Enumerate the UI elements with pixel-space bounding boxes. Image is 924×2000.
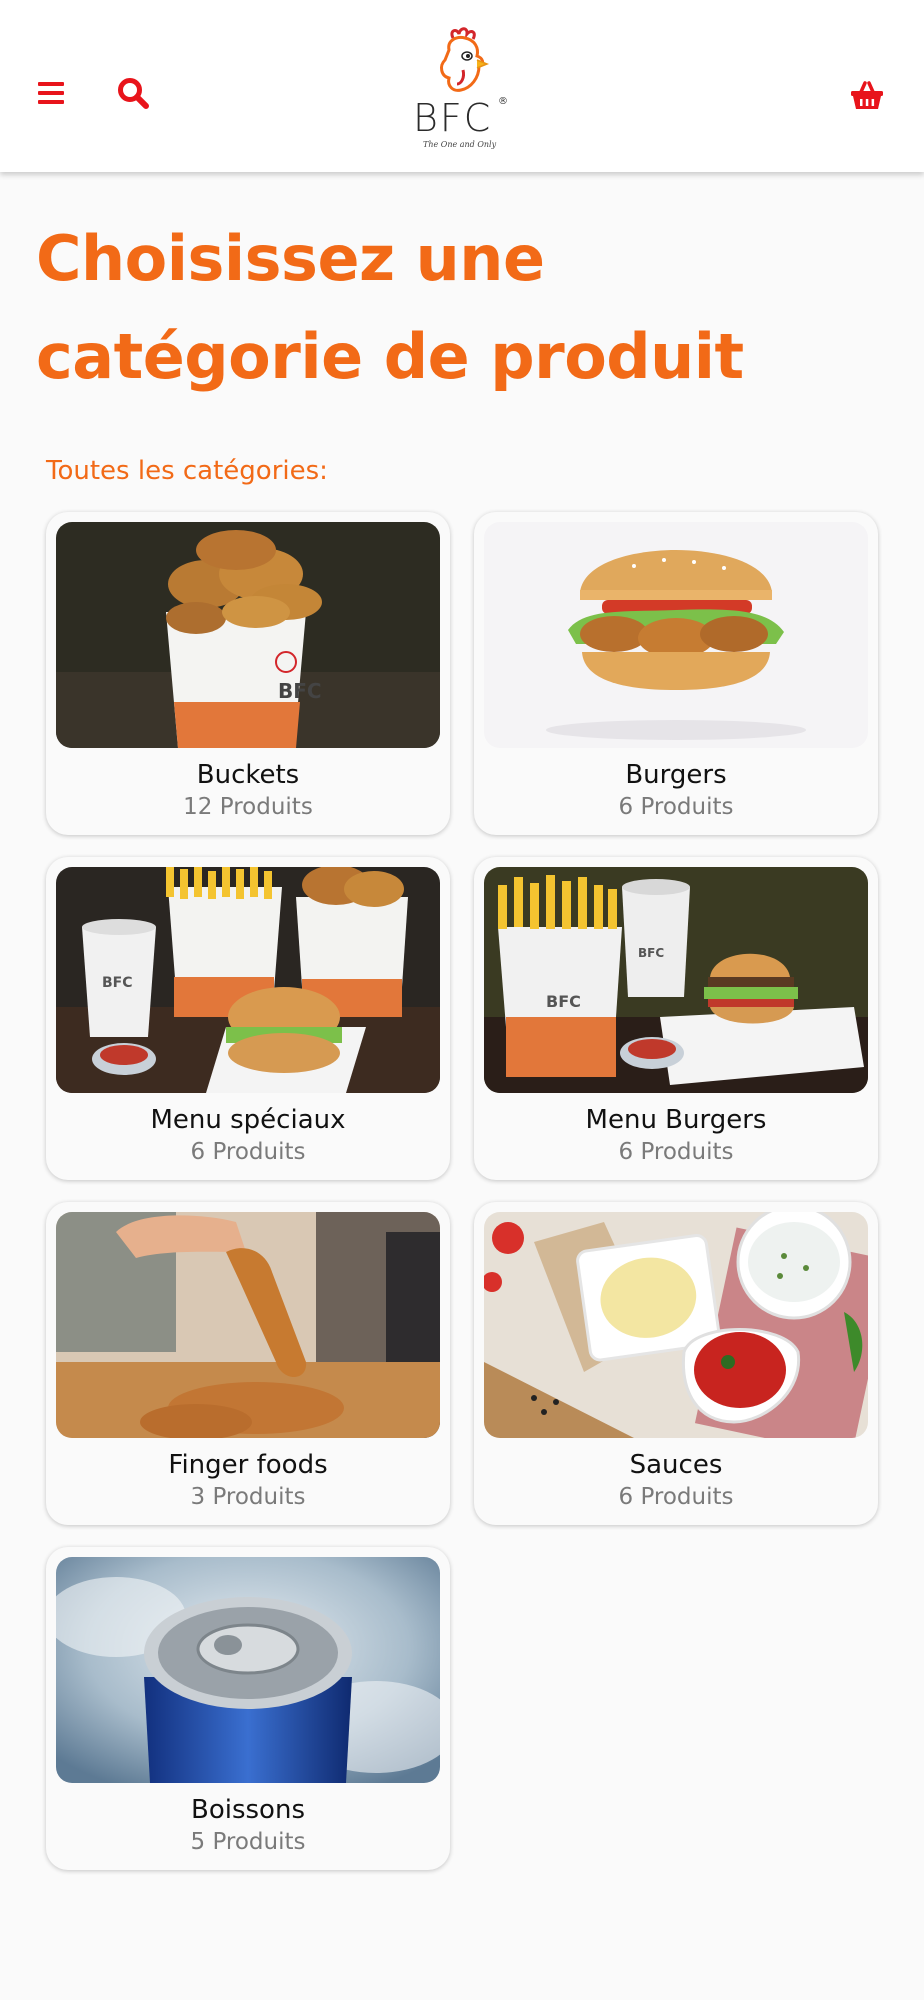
category-count: 6 Produits (618, 1139, 734, 1165)
svg-text:BFC: BFC (638, 946, 664, 960)
page-title: Choisissez une catégorie de produit (36, 222, 744, 393)
section-label: Toutes les catégories: (46, 456, 328, 486)
brand-logo[interactable]: BFC ® The One and Only (405, 26, 521, 154)
category-name: Boissons (191, 1795, 305, 1825)
category-name: Sauces (629, 1450, 723, 1480)
category-name: Menu spéciaux (150, 1105, 346, 1135)
svg-text:BFC: BFC (102, 975, 133, 991)
sauces-photo (484, 1212, 868, 1438)
chicken-bucket-photo: BFC (56, 522, 440, 748)
category-card-menu-speciaux[interactable]: BFC Menu spéciaux 6 Produits (46, 857, 450, 1180)
menu-button[interactable] (28, 70, 74, 116)
top-app-bar: BFC ® The One and Only (0, 0, 924, 172)
chicken-fingers-photo (56, 1212, 440, 1438)
registered-mark: ® (498, 96, 508, 107)
category-name: Burgers (625, 760, 727, 790)
category-count: 3 Produits (190, 1484, 306, 1510)
category-card-buckets[interactable]: BFC Buckets 12 Produits (46, 512, 450, 835)
cart-button[interactable] (844, 72, 890, 118)
category-card-boissons[interactable]: Boissons 5 Produits (46, 1547, 450, 1870)
logo-text: BFC (413, 96, 493, 140)
special-menu-photo: BFC (56, 867, 440, 1093)
category-count: 5 Produits (190, 1829, 306, 1855)
soda-can-photo (56, 1557, 440, 1783)
category-name: Finger foods (168, 1450, 328, 1480)
category-count: 12 Produits (183, 794, 313, 820)
search-icon (118, 78, 149, 109)
category-card-menu-burgers[interactable]: BFC BFC Menu Burgers 6 Produits (474, 857, 878, 1180)
category-grid: BFC Buckets 12 Produits Burgers 6 Produi… (46, 512, 880, 1870)
category-count: 6 Produits (190, 1139, 306, 1165)
category-card-burgers[interactable]: Burgers 6 Produits (474, 512, 878, 835)
chicken-burger-photo (484, 522, 868, 748)
svg-text:BFC: BFC (278, 679, 322, 703)
category-card-sauces[interactable]: Sauces 6 Produits (474, 1202, 878, 1525)
search-button[interactable] (110, 70, 156, 116)
category-count: 6 Produits (618, 794, 734, 820)
logo-tagline: The One and Only (423, 140, 497, 149)
basket-icon (851, 81, 883, 109)
burger-menu-photo: BFC BFC (484, 867, 868, 1093)
category-card-finger-foods[interactable]: Finger foods 3 Produits (46, 1202, 450, 1525)
category-count: 6 Produits (618, 1484, 734, 1510)
rooster-logo-icon (440, 27, 490, 92)
svg-text:BFC: BFC (546, 992, 581, 1011)
menu-icon (38, 82, 64, 104)
category-name: Menu Burgers (585, 1105, 767, 1135)
category-name: Buckets (196, 760, 300, 790)
